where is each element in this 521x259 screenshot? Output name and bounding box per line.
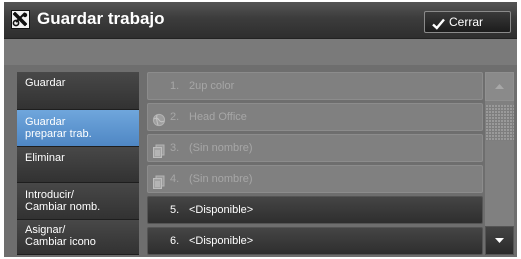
list-scrollbar[interactable] (485, 72, 514, 255)
job-row: 3. (Sin nombre) (147, 134, 483, 162)
job-number: 6. (170, 235, 180, 247)
job-name: (Sin nombre) (189, 173, 253, 185)
scroll-up-button (485, 72, 514, 101)
scroll-down-button[interactable] (485, 226, 514, 255)
sub-header-bar (4, 39, 517, 65)
menu-item-eliminar[interactable]: Eliminar (17, 147, 139, 183)
page-title: Guardar trabajo (37, 9, 165, 28)
job-name: <Disponible> (189, 235, 254, 247)
checkmark-icon (432, 16, 445, 36)
job-name: <Disponible> (189, 204, 254, 216)
job-row-available[interactable]: 5. <Disponible> (147, 196, 483, 224)
close-button-label: Cerrar (449, 15, 484, 29)
menu-item-label: Eliminar (25, 152, 65, 164)
guardar-trabajo-screen: Guardar trabajo Cerrar Guardar Guardar p… (4, 2, 517, 257)
job-name: Head Office (189, 111, 247, 123)
menu-item-label: Guardar (25, 77, 66, 89)
job-number: 3. (170, 142, 180, 154)
menu-item-cambiar-icono[interactable]: Asignar/ Cambiar icono (17, 220, 139, 255)
job-name: (Sin nombre) (189, 142, 253, 154)
menu-item-label: preparar trab. (25, 128, 92, 140)
side-menu: Guardar Guardar preparar trab. Eliminar … (17, 72, 139, 255)
job-number: 1. (170, 80, 180, 92)
menu-item-label: Asignar/ (25, 224, 66, 236)
arrow-up-icon (486, 84, 513, 104)
job-row-available[interactable]: 6. <Disponible> (147, 227, 483, 255)
job-row: 1. 2up color (147, 72, 483, 100)
stored-jobs-list: 1. 2up color 2. Head Office 3. (Sin nomb… (147, 72, 483, 255)
menu-item-introducir-nombre[interactable]: Introducir/ Cambiar nomb. (17, 183, 139, 220)
menu-item-label: Cambiar icono (25, 236, 96, 248)
job-number: 5. (170, 204, 180, 216)
arrow-down-icon (486, 238, 513, 257)
job-row: 2. Head Office (147, 103, 483, 131)
menu-item-label: Introducir/ (25, 189, 74, 201)
title-bar: Guardar trabajo Cerrar (4, 2, 517, 39)
job-number: 2. (170, 111, 180, 123)
job-row: 4. (Sin nombre) (147, 165, 483, 193)
menu-item-label: Cambiar nomb. (25, 201, 101, 213)
menu-item-guardar-preparar[interactable]: Guardar preparar trab. (17, 110, 139, 147)
close-button[interactable]: Cerrar (424, 11, 511, 33)
document-icon (152, 141, 166, 158)
menu-item-guardar[interactable]: Guardar (17, 72, 139, 110)
job-number: 4. (170, 173, 180, 185)
document-icon (152, 172, 166, 189)
menu-item-label: Guardar (25, 116, 66, 128)
scroll-thumb[interactable] (485, 105, 514, 141)
tools-icon (11, 10, 30, 29)
globe-icon (152, 110, 166, 127)
job-name: 2up color (189, 80, 235, 92)
